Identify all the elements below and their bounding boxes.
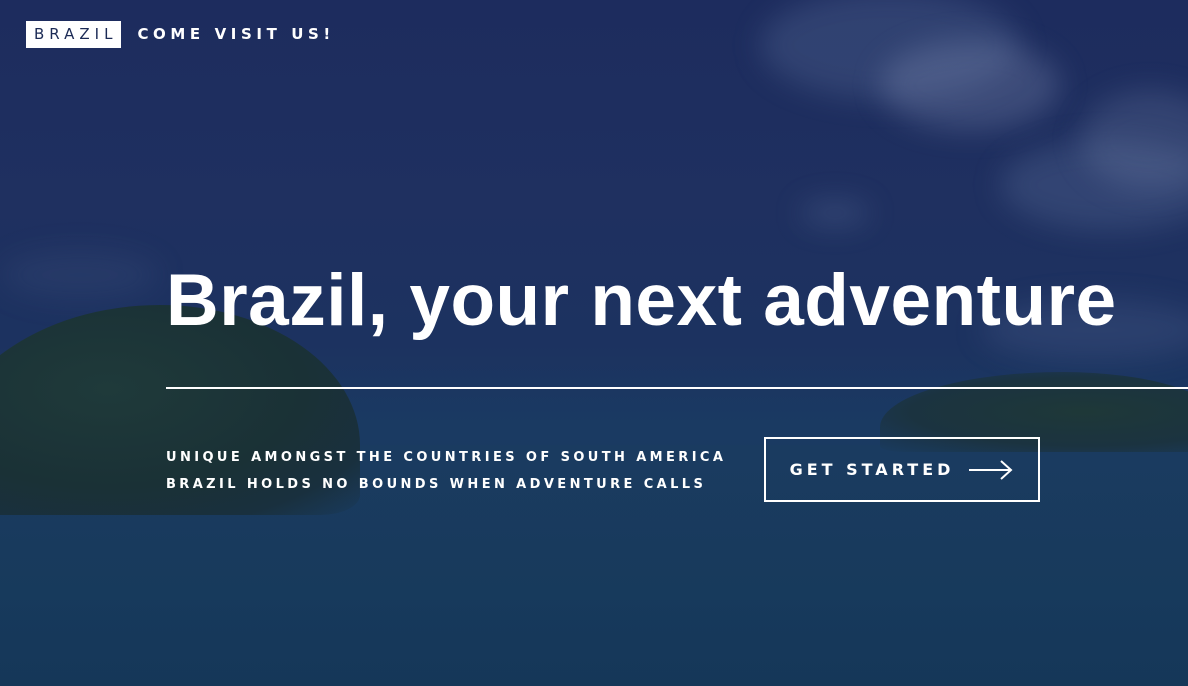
nav-tagline-link[interactable]: COME VISIT US! bbox=[137, 21, 334, 48]
top-nav: BRAZIL COME VISIT US! bbox=[26, 21, 335, 48]
get-started-label: GET STARTED bbox=[789, 459, 955, 479]
hero-subtext: UNIQUE AMONGST THE COUNTRIES OF SOUTH AM… bbox=[166, 444, 726, 498]
hero-section: BRAZIL COME VISIT US! Brazil, your next … bbox=[0, 0, 1188, 686]
get-started-button[interactable]: GET STARTED bbox=[764, 437, 1040, 502]
brand-logo[interactable]: BRAZIL bbox=[26, 21, 122, 48]
arrow-right-icon bbox=[969, 459, 1013, 480]
hero-subtext-line-1: UNIQUE AMONGST THE COUNTRIES OF SOUTH AM… bbox=[166, 450, 727, 465]
hero-divider bbox=[166, 387, 1188, 389]
hero-headline: Brazil, your next adventure bbox=[166, 260, 1117, 341]
hero-subtext-line-2: BRAZIL HOLDS NO BOUNDS WHEN ADVENTURE CA… bbox=[166, 477, 707, 492]
